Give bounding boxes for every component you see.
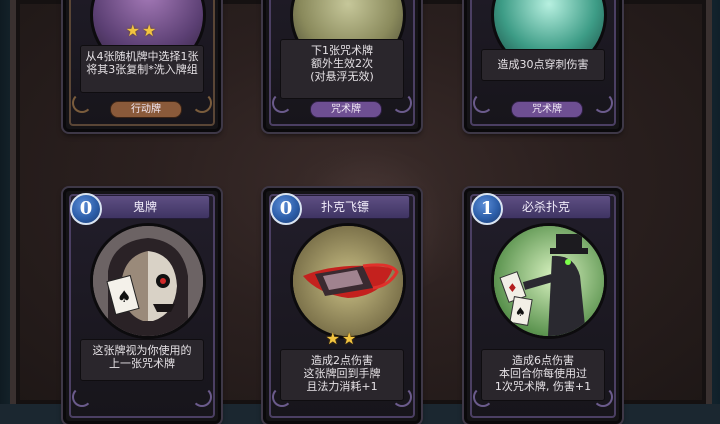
- ornament-curl: [392, 387, 412, 407]
- rarity-stars: ★★: [125, 21, 159, 40]
- card-top-1[interactable]: ★★ 从4张随机牌中选择1张 将其3张复制*洗入牌组 行动牌: [63, 0, 221, 132]
- ornament-curl: [72, 387, 92, 407]
- card-top-3[interactable]: 造成30点穿刺伤害 咒术牌: [464, 0, 622, 132]
- ornament-curl: [392, 93, 412, 113]
- card-lethal-poker[interactable]: 1 必杀扑克 ♦ ♠ 造成6点伤害 本回合你每使用过 1次咒术牌, 伤害+1: [464, 188, 622, 424]
- card-joker[interactable]: 0 鬼牌 ♠ 这张牌视为你使用的 上一张咒术牌: [63, 188, 221, 424]
- mana-cost-orb: 0: [270, 193, 302, 225]
- card-top-2[interactable]: 下1张咒术牌 额外生效2次 (对悬浮无效) 咒术牌: [263, 0, 421, 132]
- card-description: 造成2点伤害 这张牌回到手牌 且法力消耗+1: [280, 349, 404, 401]
- ornament-curl: [593, 387, 613, 407]
- flying-card-icon: [293, 226, 403, 336]
- card-description: 这张牌视为你使用的 上一张咒术牌: [80, 339, 204, 381]
- ornament-curl: [473, 93, 493, 113]
- card-description: 从4张随机牌中选择1张 将其3张复制*洗入牌组: [80, 45, 204, 93]
- joker-skull-icon: ♠: [93, 226, 203, 336]
- card-dart-art: [290, 223, 406, 339]
- svg-text:♠: ♠: [515, 305, 526, 319]
- card-type-badge: 行动牌: [110, 101, 182, 118]
- card-type-badge: 咒术牌: [310, 101, 382, 118]
- ornament-curl: [272, 93, 292, 113]
- mana-cost-orb: 0: [70, 193, 102, 225]
- gambler-art: ♦ ♠: [491, 223, 607, 339]
- svg-text:♠: ♠: [117, 287, 131, 306]
- joker-skull-art: ♠: [90, 223, 206, 339]
- card-description: 造成30点穿刺伤害: [481, 49, 605, 81]
- ornament-curl: [192, 387, 212, 407]
- card-description: 下1张咒术牌 额外生效2次 (对悬浮无效): [280, 39, 404, 99]
- ornament-curl: [272, 387, 292, 407]
- gambler-icon: ♦ ♠: [494, 226, 604, 336]
- ornament-curl: [72, 93, 92, 113]
- mana-cost-orb: 1: [471, 193, 503, 225]
- card-poker-dart[interactable]: 0 扑克飞镖 ★★ 造成2点伤害 这张牌回到手牌 且法力消耗+1: [263, 188, 421, 424]
- card-type-badge: 咒术牌: [511, 101, 583, 118]
- ornament-curl: [473, 387, 493, 407]
- ornament-curl: [192, 93, 212, 113]
- svg-text:♦: ♦: [507, 281, 518, 295]
- rarity-stars: ★★: [325, 329, 359, 348]
- ornament-curl: [593, 93, 613, 113]
- card-description: 造成6点伤害 本回合你每使用过 1次咒术牌, 伤害+1: [481, 349, 605, 401]
